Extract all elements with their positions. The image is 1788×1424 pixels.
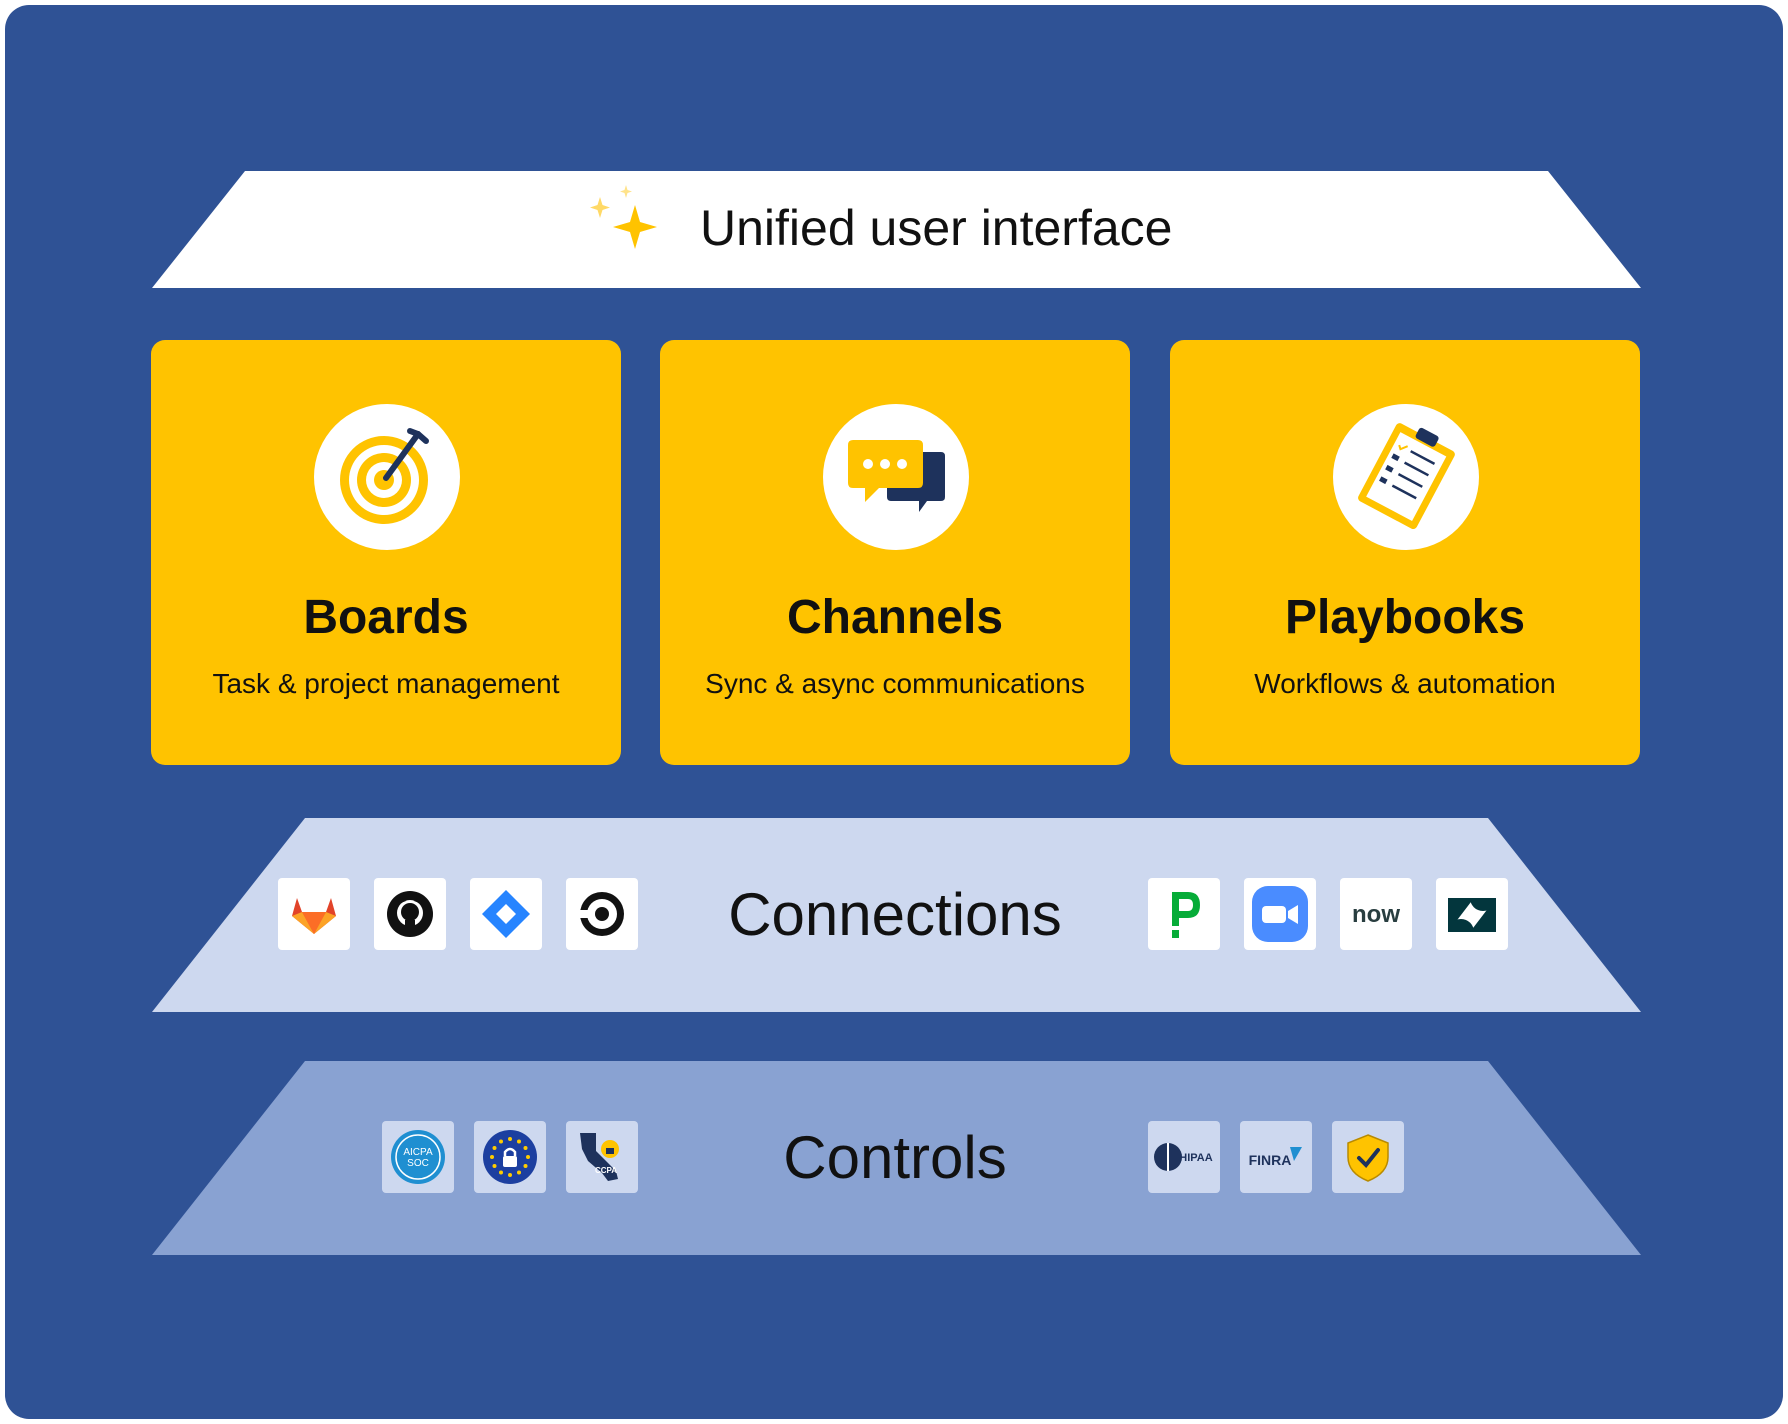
card-title: Boards (303, 591, 469, 644)
svg-text:SOC: SOC (407, 1158, 429, 1169)
boards-icon-circle (314, 404, 460, 550)
svg-text:HIPAA: HIPAA (1179, 1152, 1212, 1164)
card-playbooks: Playbooks Workflows & automation (1170, 340, 1640, 765)
card-subtitle: Workflows & automation (1254, 668, 1556, 699)
svg-text:CCPA: CCPA (595, 1166, 617, 1175)
clipboard-checklist-icon (1358, 423, 1455, 530)
gitlab-logo (278, 878, 350, 950)
controls-label: Controls (783, 1124, 1007, 1191)
chat-bubbles-icon (848, 440, 945, 512)
connections-label: Connections (728, 881, 1062, 948)
aicpa-soc-logo: AICPA SOC (382, 1121, 454, 1193)
svg-text:FINRA: FINRA (1249, 1152, 1292, 1168)
gdpr-eu-logo (474, 1121, 546, 1193)
banner-title: Unified user interface (700, 200, 1173, 256)
sparkle-icon (590, 185, 657, 249)
circleci-logo (566, 878, 638, 950)
target-icon (340, 428, 429, 524)
finra-logo: FINRA (1240, 1121, 1312, 1193)
svg-text:now: now (1352, 901, 1400, 928)
svg-text:AICPA: AICPA (403, 1147, 433, 1158)
jira-logo (470, 878, 542, 950)
card-title: Playbooks (1284, 591, 1526, 644)
zendesk-logo (1436, 878, 1508, 950)
card-boards: Boards Task & project management (151, 340, 621, 765)
security-shield-logo (1332, 1121, 1404, 1193)
card-subtitle: Sync & async communications (705, 668, 1085, 699)
card-title: Channels (786, 591, 1004, 644)
zoom-logo (1244, 878, 1316, 950)
playbooks-icon-circle (1333, 404, 1479, 550)
card-subtitle: Task & project management (212, 668, 560, 699)
ccpa-logo: CCPA (566, 1121, 638, 1193)
servicenow-logo: now (1340, 878, 1412, 950)
pagerduty-logo (1148, 878, 1220, 950)
card-channels: Channels Sync & async communications (660, 340, 1130, 765)
channels-icon-circle (823, 404, 969, 550)
hipaa-logo: HIPAA (1148, 1121, 1220, 1193)
github-logo (374, 878, 446, 950)
